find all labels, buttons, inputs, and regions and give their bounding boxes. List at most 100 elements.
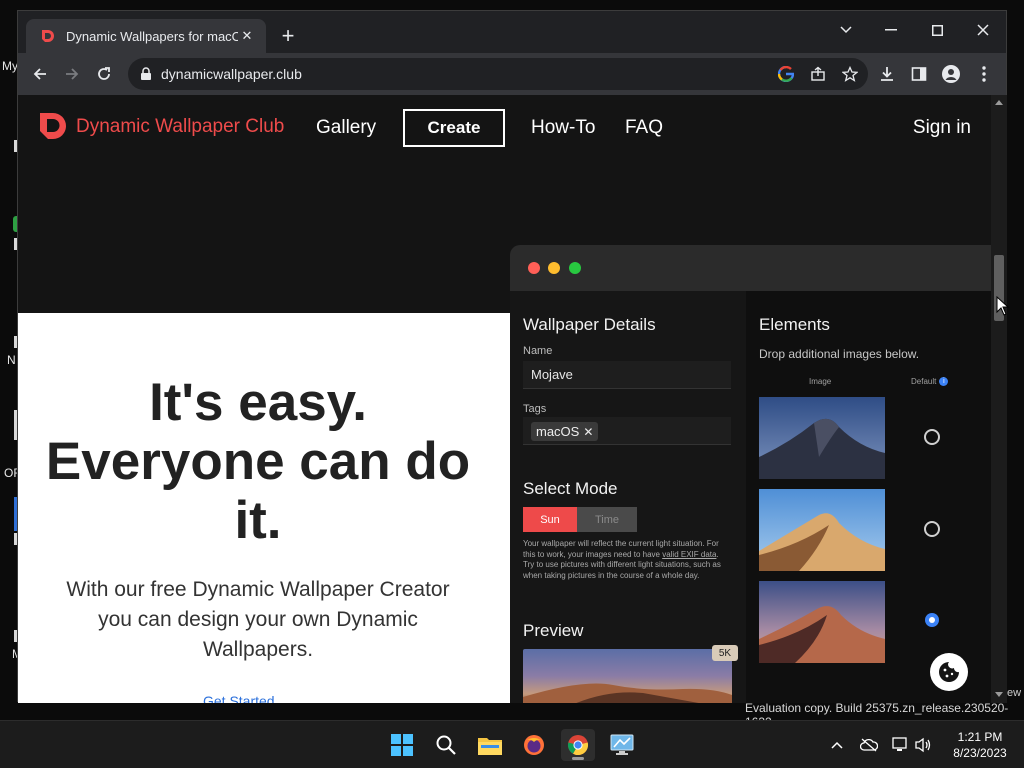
nav-create-button[interactable]: Create	[403, 109, 505, 147]
name-field[interactable]: Mojave	[523, 361, 731, 389]
page-scrollbar[interactable]	[991, 95, 1007, 703]
site-navbar: Dynamic Wallpaper Club Gallery Create Ho…	[18, 95, 991, 161]
nav-gallery-link[interactable]: Gallery	[316, 117, 376, 139]
hero-title-line: It's easy.	[149, 373, 367, 432]
close-dot-icon	[528, 262, 540, 274]
default-radio[interactable]	[924, 521, 940, 537]
search-icon[interactable]	[429, 729, 463, 761]
name-label: Name	[523, 345, 553, 357]
address-bar[interactable]: dynamicwallpaper.club	[128, 58, 868, 90]
onedrive-offline-icon[interactable]	[859, 736, 879, 754]
share-icon[interactable]	[808, 64, 828, 84]
hero-panel: It's easy. Everyone can do it. With our …	[18, 313, 510, 703]
hero-title-line: it.	[234, 491, 282, 550]
desktop-icon-label[interactable]: N	[7, 353, 16, 367]
info-icon[interactable]: i	[939, 377, 949, 387]
mode-sun-button[interactable]: Sun	[523, 507, 577, 532]
profile-icon[interactable]	[938, 61, 964, 87]
get-started-link[interactable]: Get Started	[203, 693, 313, 703]
network-icon[interactable]	[891, 736, 911, 754]
preview-heading: Preview	[523, 621, 584, 640]
tags-label: Tags	[523, 403, 547, 415]
url-text: dynamicwallpaper.club	[161, 66, 302, 82]
taskbar: 1:21 PM 8/23/2023	[0, 720, 1024, 768]
cookie-settings-button[interactable]	[930, 653, 968, 691]
tab-dynamic-wallpapers[interactable]: Dynamic Wallpapers for macOS ✕	[26, 19, 266, 53]
bookmark-star-icon[interactable]	[840, 64, 860, 84]
lock-icon	[141, 67, 151, 80]
exif-link[interactable]: valid EXIF data	[662, 550, 716, 559]
default-radio[interactable]	[924, 429, 940, 445]
zoom-dot-icon	[569, 262, 581, 274]
chrome-icon[interactable]	[561, 729, 595, 761]
volume-icon[interactable]	[913, 736, 933, 754]
elements-panel: Elements Drop additional images below. I…	[746, 291, 991, 703]
system-clock[interactable]: 1:21 PM 8/23/2023	[940, 729, 1020, 761]
page-viewport: Dynamic Wallpaper Club Gallery Create Ho…	[18, 95, 991, 703]
chrome-window: Dynamic Wallpapers for macOS ✕ + dynamic…	[17, 10, 1007, 703]
chevron-up-icon[interactable]	[827, 736, 847, 754]
desktop-icon-label[interactable]: ew	[1007, 687, 1021, 699]
tab-strip: Dynamic Wallpapers for macOS ✕ +	[18, 11, 1006, 53]
hero-title: It's easy. Everyone can do it.	[18, 373, 498, 550]
wallpaper-details-heading: Wallpaper Details	[523, 315, 656, 334]
scroll-up-icon[interactable]	[995, 100, 1003, 105]
close-icon[interactable]: ✕	[583, 425, 593, 439]
cookie-icon	[939, 662, 959, 682]
element-thumbnail[interactable]	[759, 397, 885, 479]
select-mode-heading: Select Mode	[523, 479, 618, 498]
minimize-dot-icon	[548, 262, 560, 274]
nav-howto-link[interactable]: How-To	[531, 117, 595, 139]
image-column-header: Image	[809, 377, 832, 386]
mode-time-button[interactable]: Time	[577, 507, 637, 532]
active-app-indicator	[572, 757, 584, 760]
clock-time: 1:21 PM	[957, 730, 1003, 744]
default-column-label: Default	[911, 377, 937, 386]
default-column-header: Default i	[911, 377, 949, 387]
wallpaper-details-panel: Wallpaper Details Name Mojave Tags macOS…	[510, 291, 746, 703]
maximize-icon[interactable]	[922, 17, 952, 43]
dynamic-wallpaper-logo-icon	[40, 113, 66, 139]
back-icon[interactable]	[27, 61, 53, 87]
mouse-cursor-icon	[996, 296, 1010, 316]
minimize-icon[interactable]	[876, 17, 906, 43]
default-radio-selected[interactable]	[925, 613, 939, 627]
element-thumbnail[interactable]	[759, 489, 885, 571]
tag-chip[interactable]: macOS ✕	[531, 422, 599, 441]
remote-desktop-icon[interactable]	[605, 729, 639, 761]
mode-segmented-control: Sun Time	[523, 507, 637, 532]
tag-label: macOS	[536, 424, 580, 439]
file-explorer-icon[interactable]	[473, 729, 507, 761]
hero-title-line: Everyone can do	[45, 432, 471, 491]
tab-title: Dynamic Wallpapers for macOS	[66, 28, 238, 44]
desktop-icon-label[interactable]: My	[2, 59, 18, 73]
side-panel-icon[interactable]	[906, 61, 932, 87]
clock-date: 8/23/2023	[953, 746, 1007, 760]
browser-toolbar: dynamicwallpaper.club	[18, 53, 1006, 95]
brand-name: Dynamic Wallpaper Club	[76, 116, 285, 137]
resolution-badge: 5K	[712, 645, 738, 661]
hero-subtitle: With our free Dynamic Wallpaper Creator …	[66, 578, 450, 661]
download-icon[interactable]	[874, 61, 900, 87]
scroll-down-icon[interactable]	[995, 692, 1003, 697]
close-window-icon[interactable]	[968, 17, 998, 43]
element-thumbnail[interactable]	[759, 581, 885, 663]
close-icon[interactable]: ✕	[238, 27, 256, 45]
forward-icon[interactable]	[59, 61, 85, 87]
sign-in-link[interactable]: Sign in	[913, 117, 971, 139]
kebab-menu-icon[interactable]	[971, 61, 997, 87]
dynamic-wallpaper-logo-icon	[42, 30, 54, 42]
elements-subtitle: Drop additional images below.	[759, 347, 920, 361]
mock-titlebar	[510, 245, 991, 291]
site-logo[interactable]: Dynamic Wallpaper Club	[38, 111, 284, 143]
google-translate-icon[interactable]	[776, 64, 796, 84]
tags-field[interactable]: macOS ✕	[523, 417, 731, 445]
creator-app-mockup: Wallpaper Details Name Mojave Tags macOS…	[510, 245, 991, 703]
mode-description: Your wallpaper will reflect the current …	[523, 539, 727, 581]
chevron-down-icon[interactable]	[831, 17, 861, 43]
nav-faq-link[interactable]: FAQ	[625, 117, 663, 139]
firefox-icon[interactable]	[517, 729, 551, 761]
reload-icon[interactable]	[91, 61, 117, 87]
start-icon[interactable]	[385, 729, 419, 761]
new-tab-icon[interactable]: +	[276, 25, 300, 49]
